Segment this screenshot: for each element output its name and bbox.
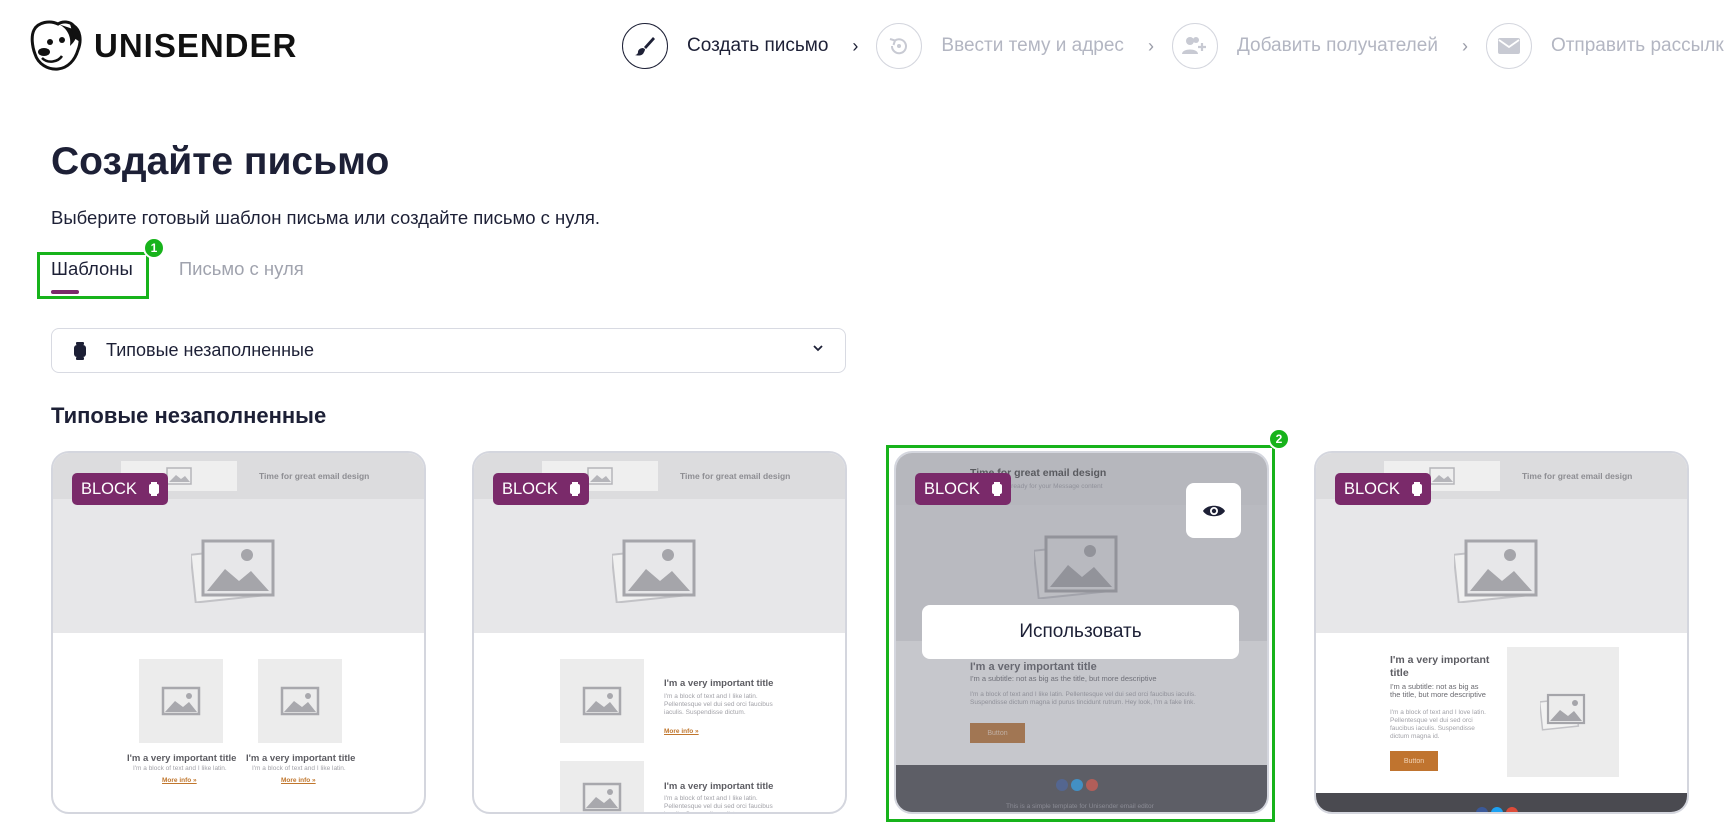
template-hero — [474, 499, 845, 633]
template-item-title: I'm a very important title — [246, 753, 356, 764]
template-item-text: I'm a block of text and I like latin. Pe… — [664, 693, 773, 716]
template-item-link: More info » — [664, 728, 699, 735]
image-placeholder-icon — [166, 467, 192, 485]
template-card[interactable]: Time for great email design I'm a very i… — [51, 451, 426, 814]
block-badge-label: BLOCK — [1344, 479, 1400, 498]
wizard-steps: Создать письмо › Ввести тему и адрес › Д… — [622, 22, 1724, 70]
image-placeholder-icon — [280, 686, 320, 716]
image-placeholder-icon — [1540, 693, 1586, 731]
watch-icon — [569, 482, 580, 496]
template-item-text: I'm a block of text and I like latin. Pe… — [664, 795, 773, 812]
step-add-recipients-label: Добавить получателей — [1236, 35, 1438, 56]
step-chevron-icon: › — [1461, 35, 1468, 56]
template-hero — [1316, 499, 1687, 633]
facebook-icon — [1476, 807, 1488, 812]
image-placeholder — [258, 659, 342, 743]
step-subject-address-circle — [876, 23, 923, 69]
tab-from-scratch[interactable]: Письмо с нуля — [179, 258, 304, 294]
brand-name: UNISENDER — [94, 27, 298, 64]
step-send-campaign-circle — [1485, 23, 1532, 69]
section-title: Типовые незаполненные — [51, 403, 327, 428]
template-item-text: I'm a block of text and I like latin. — [252, 765, 346, 772]
add-users-icon — [1181, 37, 1206, 54]
block-badge: BLOCK — [1335, 473, 1431, 505]
step-chevron-icon: › — [1147, 35, 1154, 56]
step-add-recipients[interactable]: Добавить получателей — [1171, 23, 1438, 69]
template-subtitle: I'm a subtitle: not as big as the title,… — [1390, 682, 1486, 699]
template-footer — [1316, 793, 1687, 812]
highlight-box-tabs — [37, 252, 149, 299]
template-title: I'm a very important title — [1390, 654, 1490, 679]
watch-icon — [1411, 482, 1422, 496]
image-placeholder-icon — [161, 686, 201, 716]
highlight-badge-card: 2 — [1268, 428, 1290, 450]
template-button: Button — [1390, 751, 1438, 771]
template-card[interactable]: Time for great email design I'm a very i… — [1314, 451, 1689, 814]
step-create-letter-label: Создать письмо — [687, 35, 829, 56]
image-placeholder-icon — [612, 539, 696, 603]
template-header-text: Time for great email design — [259, 471, 370, 481]
template-text: I'm a block of text and I love latin. Pe… — [1390, 709, 1486, 740]
step-add-recipients-circle — [1171, 23, 1218, 69]
image-placeholder — [560, 761, 644, 812]
chevron-down-icon — [813, 345, 823, 352]
step-create-letter[interactable]: Создать письмо — [622, 23, 828, 69]
step-subject-address[interactable]: Ввести тему и адрес — [876, 23, 1124, 69]
image-placeholder-icon — [191, 539, 275, 603]
brush-icon — [635, 37, 655, 56]
twitter-icon — [1491, 807, 1503, 812]
brand-logo[interactable]: UNISENDER — [28, 20, 297, 72]
step-chevron-icon: › — [852, 35, 859, 56]
template-item-title: I'm a very important title — [664, 678, 774, 689]
image-placeholder-icon — [1454, 539, 1538, 603]
page-title: Создайте письмо — [51, 140, 390, 183]
history-icon — [890, 38, 908, 55]
image-placeholder-icon — [582, 686, 622, 716]
highlight-box-card — [886, 445, 1275, 822]
social-icons — [1476, 807, 1521, 812]
template-item-link: More info » — [162, 777, 197, 784]
block-badge-label: BLOCK — [81, 479, 137, 498]
template-category-select[interactable]: Типовые незаполненные — [51, 328, 846, 373]
image-placeholder-icon — [582, 782, 622, 812]
template-item-title: I'm a very important title — [664, 781, 774, 792]
step-create-letter-circle — [622, 23, 668, 69]
select-value: Типовые незаполненные — [106, 340, 314, 360]
image-placeholder — [1507, 647, 1619, 777]
highlight-badge-tabs: 1 — [143, 237, 165, 259]
template-item-link: More info » — [281, 777, 316, 784]
template-header-text: Time for great email design — [680, 471, 791, 481]
google-plus-icon — [1506, 807, 1518, 812]
template-hero — [53, 499, 424, 633]
top-header: UNISENDER Создать письмо › Ввести тему и… — [0, 0, 1724, 92]
watch-icon — [74, 341, 86, 360]
template-header-text: Time for great email design — [1522, 471, 1633, 481]
step-send-campaign-label: Отправить рассылку — [1550, 35, 1724, 56]
template-card[interactable]: Time for great email design I'm a very i… — [472, 451, 847, 814]
template-item-title: I'm a very important title — [127, 753, 237, 764]
image-placeholder — [139, 659, 223, 743]
step-send-campaign[interactable]: Отправить рассылку — [1485, 23, 1724, 69]
image-placeholder-icon — [1429, 467, 1455, 485]
block-badge-label: BLOCK — [502, 479, 558, 498]
page-subtitle: Выберите готовый шаблон письма или созда… — [51, 207, 601, 228]
step-subject-address-label: Ввести тему и адрес — [941, 35, 1124, 56]
image-placeholder — [560, 659, 644, 743]
block-badge: BLOCK — [493, 473, 589, 505]
block-badge: BLOCK — [72, 473, 168, 505]
template-item-text: I'm a block of text and I like latin. — [133, 765, 227, 772]
dog-logo-icon — [30, 20, 82, 71]
image-placeholder-icon — [587, 467, 613, 485]
envelope-icon — [1497, 38, 1520, 54]
watch-icon — [148, 482, 159, 496]
